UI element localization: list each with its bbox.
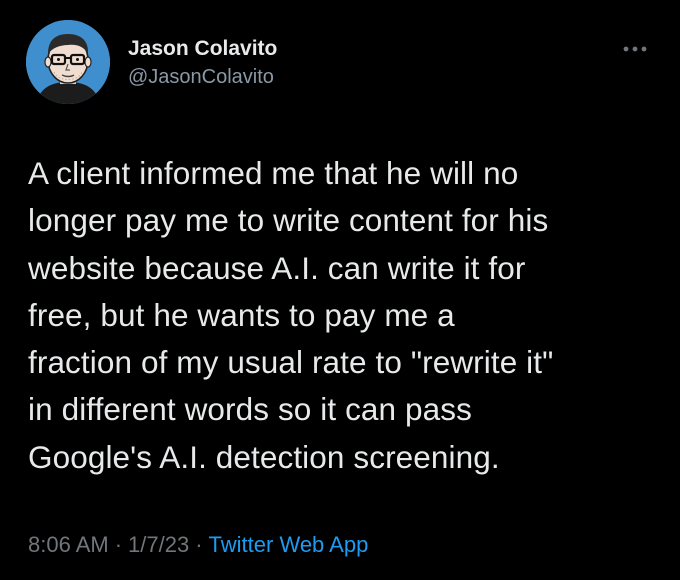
- tweet-text: A client informed me that he will no lon…: [28, 155, 554, 475]
- avatar-portrait-icon: [26, 20, 110, 104]
- avatar[interactable]: [26, 20, 110, 104]
- tweet-date[interactable]: 1/7/23: [128, 532, 189, 557]
- separator: ·: [195, 532, 203, 557]
- more-options-icon: [623, 46, 647, 52]
- tweet-source-link[interactable]: Twitter Web App: [209, 532, 369, 557]
- tweet-card: Jason Colavito @JasonColavito A client i…: [0, 0, 680, 580]
- display-name[interactable]: Jason Colavito: [128, 36, 277, 62]
- tweet-metadata: 8:06 AM · 1/7/23 · Twitter Web App: [28, 530, 368, 560]
- tweet-time[interactable]: 8:06 AM: [28, 532, 109, 557]
- author-info: Jason Colavito @JasonColavito: [128, 36, 277, 90]
- more-options-button[interactable]: [618, 38, 652, 60]
- user-handle[interactable]: @JasonColavito: [128, 64, 277, 90]
- separator: ·: [114, 532, 123, 557]
